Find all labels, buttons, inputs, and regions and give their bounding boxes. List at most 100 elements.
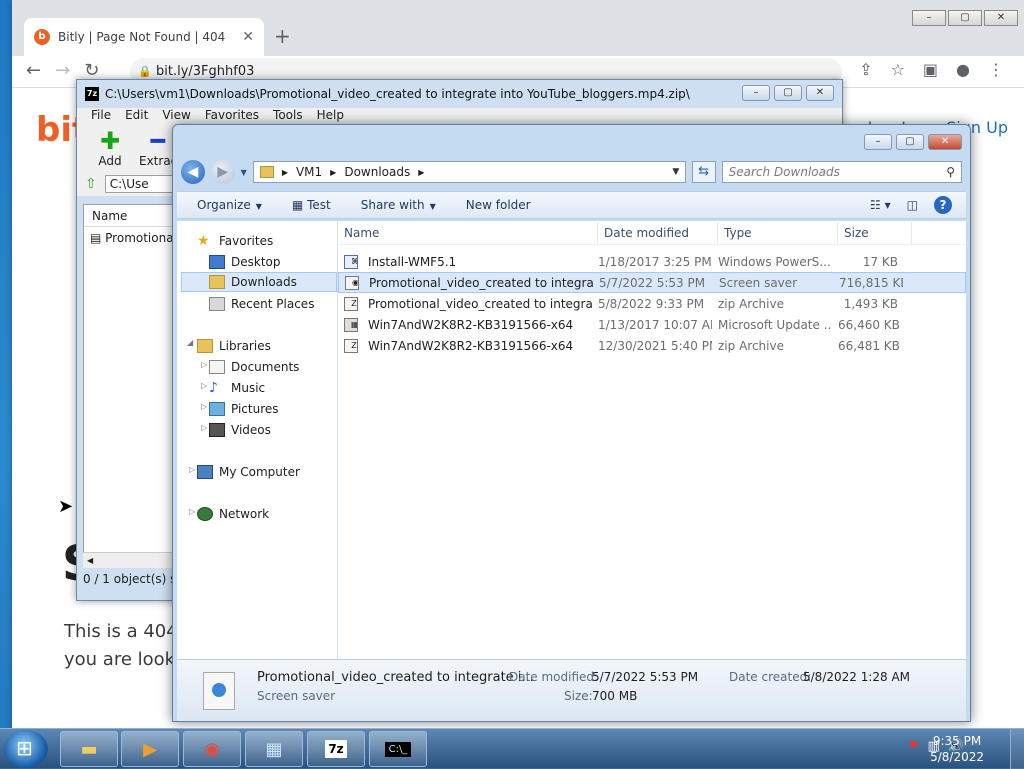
nav-item-videos[interactable]: Videos: [209, 420, 271, 440]
new-tab-button[interactable]: +: [274, 24, 291, 48]
close-button[interactable]: ✕: [984, 10, 1018, 26]
maximize-button[interactable]: ▢: [948, 10, 982, 26]
menu-view[interactable]: View: [162, 108, 190, 124]
bookmark-star-icon[interactable]: ☆: [891, 60, 905, 79]
show-desktop-button[interactable]: [1010, 729, 1024, 769]
nav-item-documents[interactable]: Documents: [209, 357, 299, 377]
chevron-right-icon[interactable]: ▶: [330, 168, 336, 177]
column-headers: Name Date modified Type Size: [338, 221, 966, 245]
nav-item-recent[interactable]: Recent Places: [209, 294, 314, 314]
search-icon[interactable]: ⚲: [946, 165, 955, 179]
share-with-button[interactable]: Share with ▼: [361, 198, 436, 212]
file-row[interactable]: Z Win7AndW2K8R2-KB3191566-x64 12/30/2021 …: [338, 335, 966, 356]
profile-icon[interactable]: ●: [956, 60, 970, 79]
details-date-modified-label: Date modified:: [509, 670, 599, 684]
taskbar: ▬ ▶ ◉ ▦ 7z C:\_ ⚑ ▥ 🔊 9:35 PM 5/8/2022: [0, 728, 1024, 769]
minimize-button[interactable]: –: [864, 134, 892, 150]
file-row-selected[interactable]: ◉ Promotional_video_created to integrate …: [338, 272, 966, 293]
menu-help[interactable]: Help: [317, 108, 344, 124]
nav-item-desktop[interactable]: Desktop: [209, 252, 281, 272]
nav-item-libraries[interactable]: Libraries: [197, 336, 271, 356]
nav-item-network[interactable]: Network: [197, 504, 269, 524]
forward-button[interactable]: ▶: [210, 160, 235, 184]
menu-tools[interactable]: Tools: [273, 108, 303, 124]
recent-places-icon: [209, 297, 225, 311]
menu-dots-icon[interactable]: ⋮: [988, 60, 1004, 79]
menu-file[interactable]: File: [91, 108, 111, 124]
nav-item-pictures[interactable]: Pictures: [209, 399, 279, 419]
chevron-right-icon[interactable]: ▶: [282, 168, 288, 177]
add-label: Add: [98, 154, 122, 168]
preview-pane-icon[interactable]: ◫: [907, 198, 918, 212]
add-button[interactable]: ✚ Add: [91, 128, 129, 172]
chevron-right-icon[interactable]: ▶: [418, 168, 424, 177]
file-row[interactable]: ⌘ Install-WMF5.1 1/18/2017 3:25 PM Window…: [338, 251, 966, 272]
forward-arrow-icon[interactable]: →: [55, 60, 70, 81]
expand-icon[interactable]: ▷: [189, 507, 195, 516]
expand-icon[interactable]: ▷: [201, 423, 207, 432]
column-type[interactable]: Type: [718, 221, 838, 244]
7zip-titlebar[interactable]: 7z C:\Users\vm1\Downloads\Promotional_vi…: [77, 80, 842, 108]
refresh-button[interactable]: ⇆: [691, 161, 716, 183]
nav-item-favorites[interactable]: ★ Favorites: [197, 231, 273, 251]
minimize-button[interactable]: –: [742, 85, 770, 101]
up-folder-icon[interactable]: ⇧: [85, 176, 97, 192]
browser-tab[interactable]: b Bitly | Page Not Found | 404 ✕: [24, 18, 264, 56]
column-size[interactable]: Size: [838, 221, 912, 244]
network-icon: [197, 507, 213, 521]
taskbar-control-panel[interactable]: ▦: [245, 731, 303, 767]
back-arrow-icon[interactable]: ←: [26, 60, 41, 81]
file-row[interactable]: Z Promotional_video_created to integrate …: [338, 293, 966, 314]
nav-item-downloads[interactable]: Downloads: [181, 272, 337, 292]
column-date-modified[interactable]: Date modified: [598, 221, 718, 244]
reload-icon[interactable]: ↻: [84, 60, 99, 81]
sidepanel-icon[interactable]: ▣: [923, 60, 938, 79]
nav-item-music[interactable]: ♪ Music: [209, 378, 265, 398]
breadcrumb-vm1[interactable]: VM1: [296, 165, 322, 179]
clock[interactable]: 9:35 PM 5/8/2022: [930, 733, 984, 765]
taskbar-7zip[interactable]: 7z: [307, 731, 365, 767]
chevron-down-icon[interactable]: ▼: [667, 167, 685, 177]
screensaver-file-icon: ◉: [345, 275, 359, 290]
menu-favorites[interactable]: Favorites: [205, 108, 259, 124]
taskbar-chrome[interactable]: ◉: [183, 731, 241, 767]
taskbar-cmd[interactable]: C:\_: [369, 731, 427, 767]
maximize-button[interactable]: ▢: [774, 85, 802, 101]
close-button[interactable]: ✕: [928, 134, 962, 150]
share-icon[interactable]: ⇪: [859, 60, 872, 79]
maximize-button[interactable]: ▢: [896, 134, 924, 150]
expand-icon[interactable]: ▷: [201, 381, 207, 390]
expand-icon[interactable]: ▷: [189, 465, 195, 474]
breadcrumb-downloads[interactable]: Downloads: [344, 165, 410, 179]
recent-pages-icon[interactable]: ▼: [241, 168, 247, 177]
close-button[interactable]: ✕: [806, 85, 834, 101]
explorer-titlebar[interactable]: – ▢ ✕: [173, 125, 970, 157]
minimize-button[interactable]: –: [912, 10, 946, 26]
nav-item-my-computer[interactable]: My Computer: [197, 462, 300, 482]
file-name: Promotional_video_created to integrate i…: [369, 275, 593, 290]
menu-edit[interactable]: Edit: [125, 108, 148, 124]
expand-icon[interactable]: ▷: [201, 402, 207, 411]
view-options-icon[interactable]: ☷ ▾: [870, 198, 891, 212]
action-center-icon[interactable]: ⚑: [908, 739, 920, 754]
nav-label: Documents: [231, 360, 300, 374]
back-button[interactable]: ◀: [181, 160, 205, 184]
expand-icon[interactable]: ◢: [187, 338, 193, 347]
start-button[interactable]: [4, 730, 48, 768]
nav-label: Videos: [231, 423, 271, 437]
taskbar-explorer[interactable]: ▬: [60, 731, 118, 767]
breadcrumb[interactable]: ▶ VM1 ▶ Downloads ▶ ▼: [252, 161, 686, 183]
taskbar-media-player[interactable]: ▶: [121, 731, 179, 767]
organize-button[interactable]: Organize ▼: [197, 198, 262, 212]
close-tab-icon[interactable]: ✕: [242, 29, 254, 45]
7zip-icon: 7z: [325, 740, 347, 758]
expand-icon[interactable]: ▷: [201, 360, 207, 369]
test-button[interactable]: ▦ Test: [292, 198, 331, 212]
navigation-pane: ★ Favorites Desktop Downloads Recent Plac…: [177, 221, 338, 661]
column-name[interactable]: Name: [338, 221, 598, 244]
new-folder-button[interactable]: New folder: [466, 198, 531, 212]
search-input[interactable]: Search Downloads ⚲: [721, 161, 962, 183]
help-icon[interactable]: ?: [934, 196, 952, 214]
clock-time: 9:35 PM: [932, 734, 982, 748]
file-row[interactable]: ▦ Win7AndW2K8R2-KB3191566-x64 1/13/2017 1…: [338, 314, 966, 335]
